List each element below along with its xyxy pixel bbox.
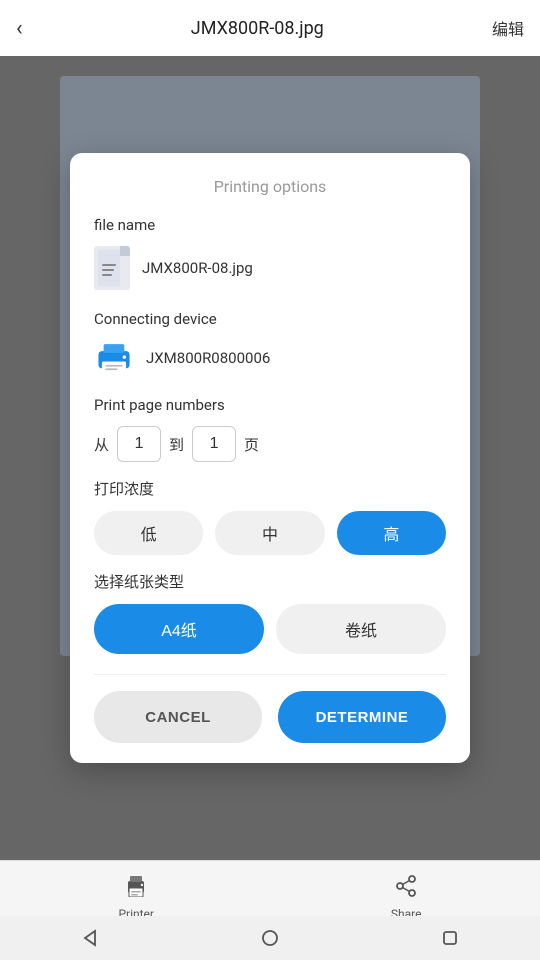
density-mid-button[interactable]: 中 [215, 511, 324, 555]
file-name-row: JMX800R-08.jpg [94, 246, 446, 290]
page-title: JMX800R-08.jpg [191, 18, 324, 39]
divider [94, 674, 446, 675]
paper-a4-button[interactable]: A4纸 [94, 604, 264, 654]
back-button[interactable]: ‹ [16, 16, 23, 41]
system-home-button[interactable] [256, 924, 284, 952]
dialog-title: Printing options [94, 177, 446, 196]
paper-row: A4纸 卷纸 [94, 604, 446, 654]
page-numbers-section: Print page numbers 从 到 页 [94, 396, 446, 462]
file-svg [98, 250, 126, 286]
paper-roll-button[interactable]: 卷纸 [276, 604, 446, 654]
density-row: 低 中 高 [94, 511, 446, 555]
density-section: 打印浓度 低 中 高 [94, 478, 446, 555]
file-section-label: file name [94, 216, 446, 234]
device-section-label: Connecting device [94, 310, 446, 328]
system-nav-bar [0, 916, 540, 960]
page-to-input[interactable] [192, 426, 236, 462]
system-back-button[interactable] [76, 924, 104, 952]
page-suffix: 页 [244, 434, 259, 455]
dialog-overlay: Printing options file name JMX800R-08.jp… [0, 56, 540, 860]
file-name-text: JMX800R-08.jpg [142, 259, 253, 277]
top-bar: ‹ JMX800R-08.jpg 编辑 [0, 0, 540, 56]
edit-button[interactable]: 编辑 [492, 16, 524, 40]
paper-section: 选择纸张类型 A4纸 卷纸 [94, 571, 446, 654]
printer-nav-icon [124, 875, 148, 903]
page-numbers-row: 从 到 页 [94, 426, 446, 462]
file-icon [94, 246, 130, 290]
page-to-prefix: 到 [169, 434, 184, 455]
device-name-text: JXM800R0800006 [146, 349, 270, 367]
paper-label: 选择纸张类型 [94, 571, 446, 592]
printer-svg [95, 342, 133, 374]
page-numbers-label: Print page numbers [94, 396, 446, 414]
density-high-button[interactable]: 高 [337, 511, 446, 555]
printer-device-icon [94, 340, 134, 376]
nav-share[interactable]: Share [391, 875, 422, 921]
device-row: JXM800R0800006 [94, 340, 446, 376]
printing-options-dialog: Printing options file name JMX800R-08.jp… [70, 153, 470, 763]
determine-button[interactable]: DETERMINE [278, 691, 446, 743]
share-nav-icon [395, 875, 417, 903]
nav-printer[interactable]: Printer [118, 875, 154, 921]
density-low-button[interactable]: 低 [94, 511, 203, 555]
cancel-button[interactable]: CANCEL [94, 691, 262, 743]
density-label: 打印浓度 [94, 478, 446, 499]
action-buttons-row: CANCEL DETERMINE [94, 691, 446, 743]
page-from-input[interactable] [117, 426, 161, 462]
system-recent-button[interactable] [436, 924, 464, 952]
page-from-prefix: 从 [94, 434, 109, 455]
